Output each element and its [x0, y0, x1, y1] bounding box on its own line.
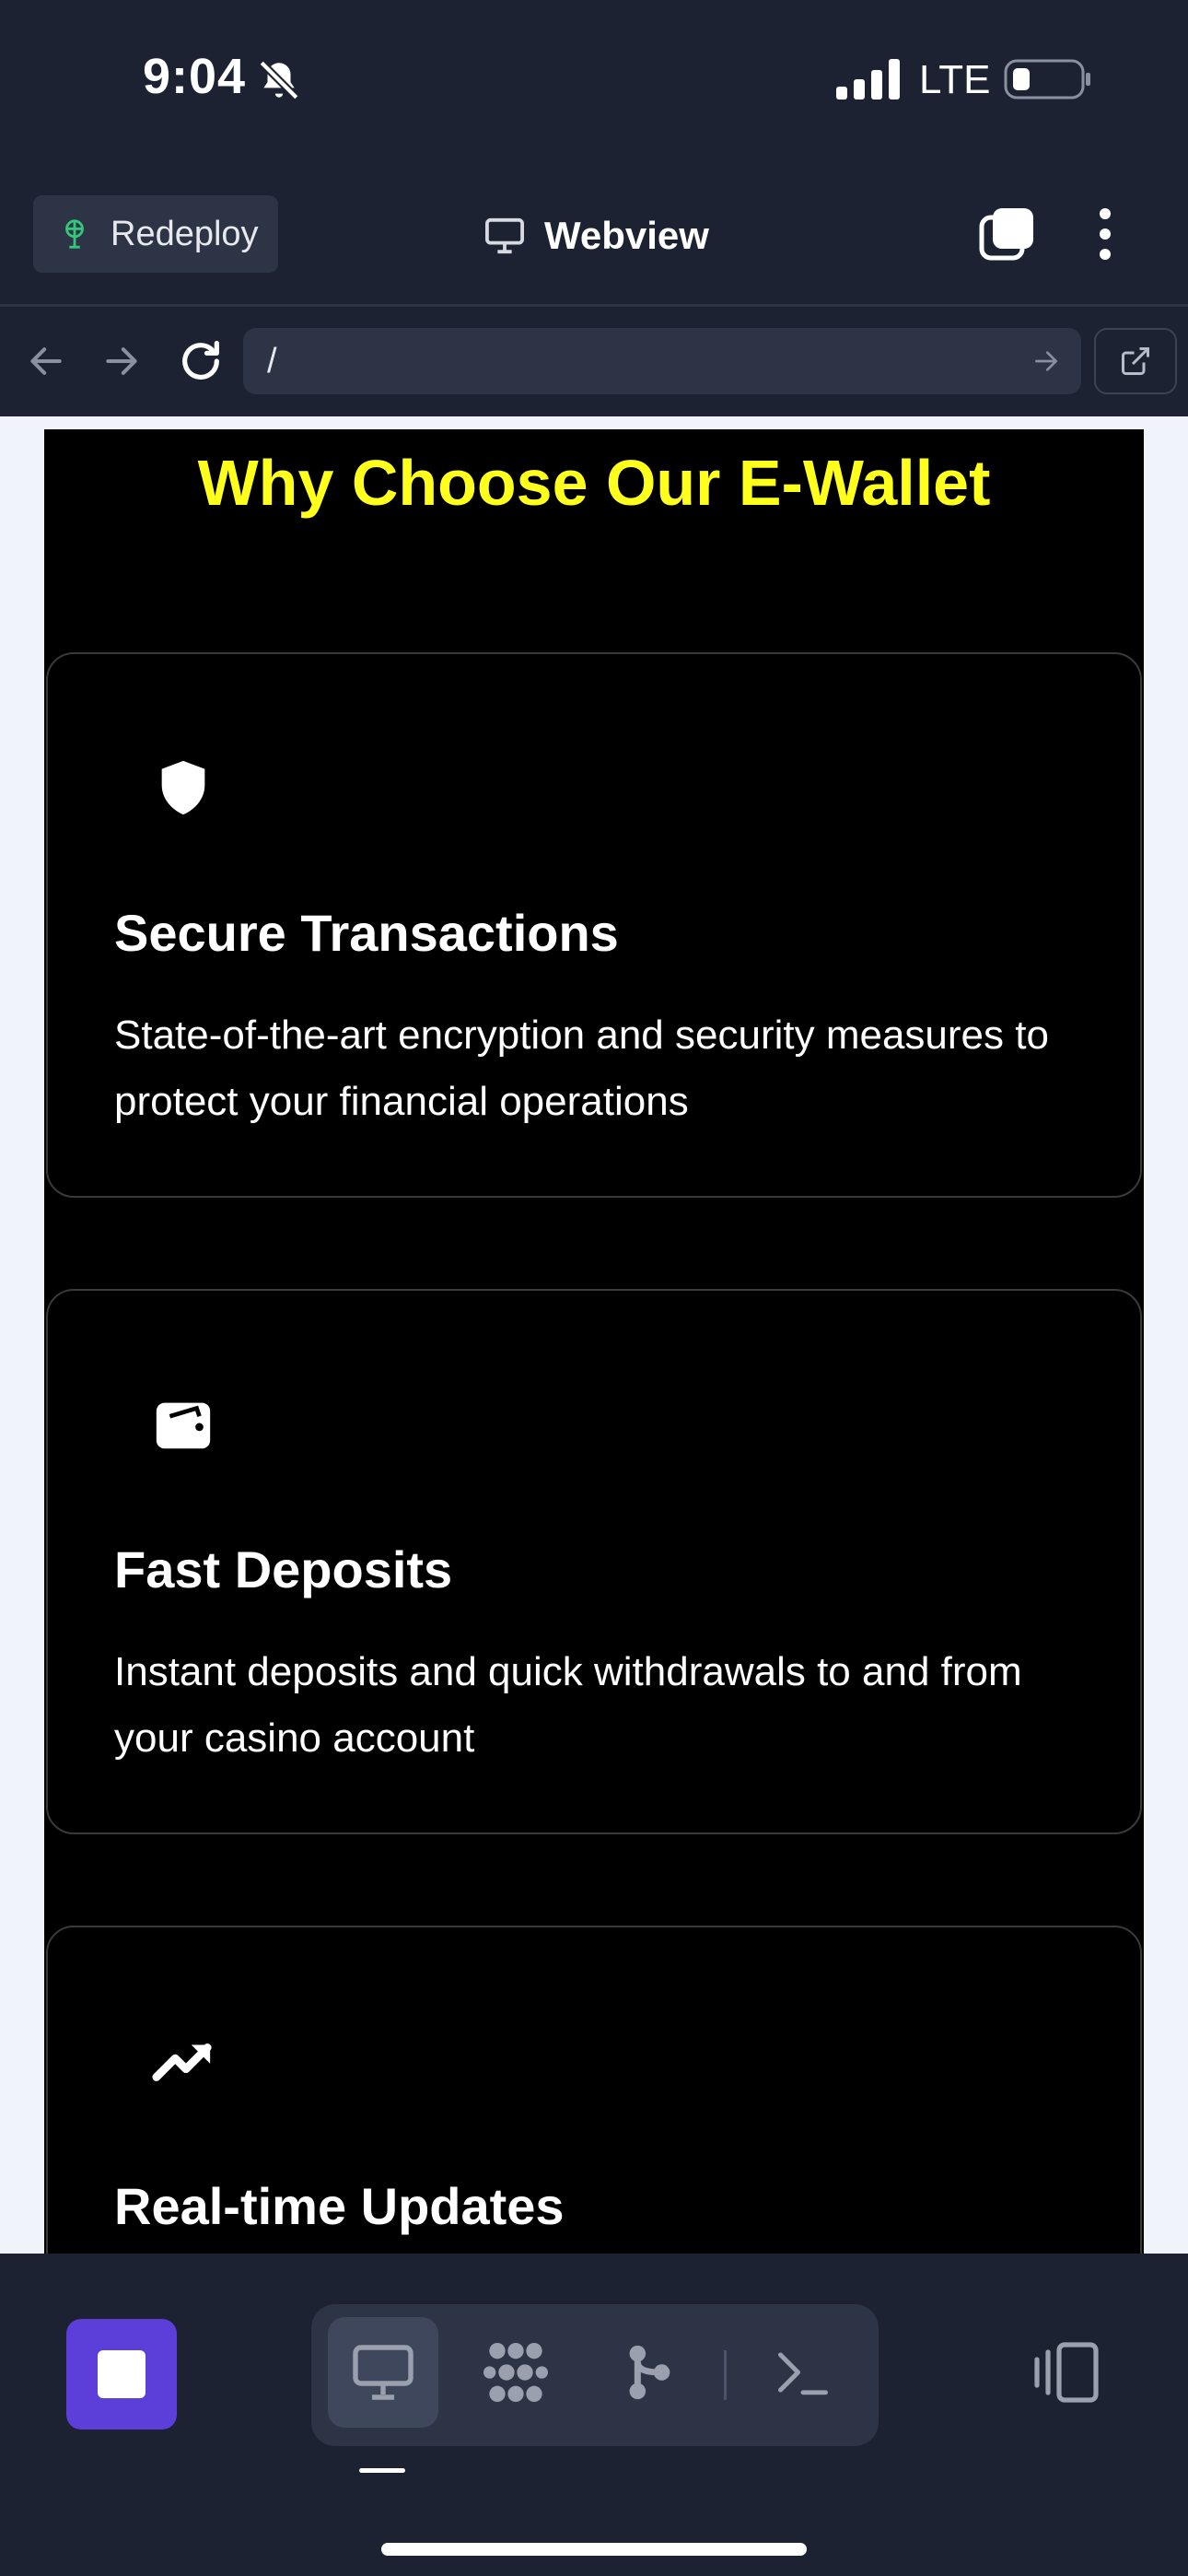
arrow-go-icon[interactable]	[1031, 346, 1061, 376]
webview-viewport[interactable]: Why Choose Our E-Wallet Secure Transacti…	[0, 416, 1188, 2254]
open-external-button[interactable]	[1094, 328, 1177, 394]
url-row: /	[0, 321, 1188, 404]
git-branch-icon	[629, 2345, 670, 2400]
feature-card-updates: Real-time Updates	[46, 1926, 1142, 2254]
tool-webview[interactable]	[328, 2317, 438, 2428]
reload-icon[interactable]	[177, 337, 225, 385]
tool-packages[interactable]	[460, 2317, 571, 2428]
tool-git[interactable]	[593, 2317, 704, 2428]
arrow-left-icon[interactable]	[26, 341, 66, 381]
feature-title: Fast Deposits	[114, 1540, 453, 1598]
tabs-icon[interactable]	[978, 205, 1037, 263]
feature-card-deposits: Fast Deposits Instant deposits and quick…	[46, 1289, 1142, 1834]
more-vertical-icon[interactable]	[1087, 205, 1124, 263]
status-time: 9:04	[143, 49, 247, 104]
url-input[interactable]: /	[243, 328, 1081, 394]
signal-icon	[836, 59, 900, 100]
app-toolbar: Redeploy Webview	[0, 184, 1188, 307]
active-tool-indicator	[359, 2468, 405, 2473]
monitor-icon	[485, 217, 524, 254]
trending-up-icon	[152, 2043, 212, 2081]
app-root: 9:04 LTE Redeploy Webview / Why Choose O…	[0, 0, 1188, 2576]
panel-toggle-icon[interactable]	[1030, 2341, 1100, 2404]
terminal-icon	[777, 2352, 828, 2395]
battery-icon	[1004, 59, 1090, 100]
tool-switcher	[311, 2304, 879, 2446]
page-content: Why Choose Our E-Wallet Secure Transacti…	[44, 429, 1144, 2254]
redeploy-label: Redeploy	[111, 214, 259, 253]
feature-description: State-of-the-art encryption and security…	[114, 1013, 1049, 1124]
feature-description: Instant deposits and quick withdrawals t…	[114, 1649, 1022, 1761]
feature-card-secure: Secure Transactions State-of-the-art enc…	[46, 652, 1142, 1198]
stop-button[interactable]	[66, 2319, 177, 2430]
packages-icon	[483, 2343, 548, 2402]
page-heading: Why Choose Our E-Wallet	[197, 447, 991, 519]
tool-shell[interactable]	[748, 2317, 858, 2428]
status-bar: 9:04 LTE	[0, 0, 1188, 166]
monitor-icon	[353, 2345, 413, 2400]
redeploy-button[interactable]: Redeploy	[33, 195, 278, 273]
webview-tab-title: Webview	[483, 208, 709, 263]
shield-icon	[161, 760, 205, 815]
bottom-nav	[0, 2262, 1188, 2576]
url-value: /	[267, 341, 277, 381]
arrow-right-icon[interactable]	[101, 341, 142, 381]
deploy-icon	[65, 219, 84, 249]
network-label: LTE	[919, 57, 991, 102]
feature-title: Secure Transactions	[114, 904, 619, 962]
tool-separator	[724, 2350, 727, 2400]
webview-title: Webview	[544, 214, 709, 257]
feature-title: Real-time Updates	[114, 2177, 565, 2235]
external-link-icon	[1122, 347, 1149, 375]
toolbar-divider	[0, 304, 1188, 307]
stop-icon	[98, 2350, 146, 2398]
wallet-icon	[156, 1402, 211, 1449]
home-indicator	[381, 2543, 807, 2556]
bell-slash-icon	[259, 60, 299, 100]
